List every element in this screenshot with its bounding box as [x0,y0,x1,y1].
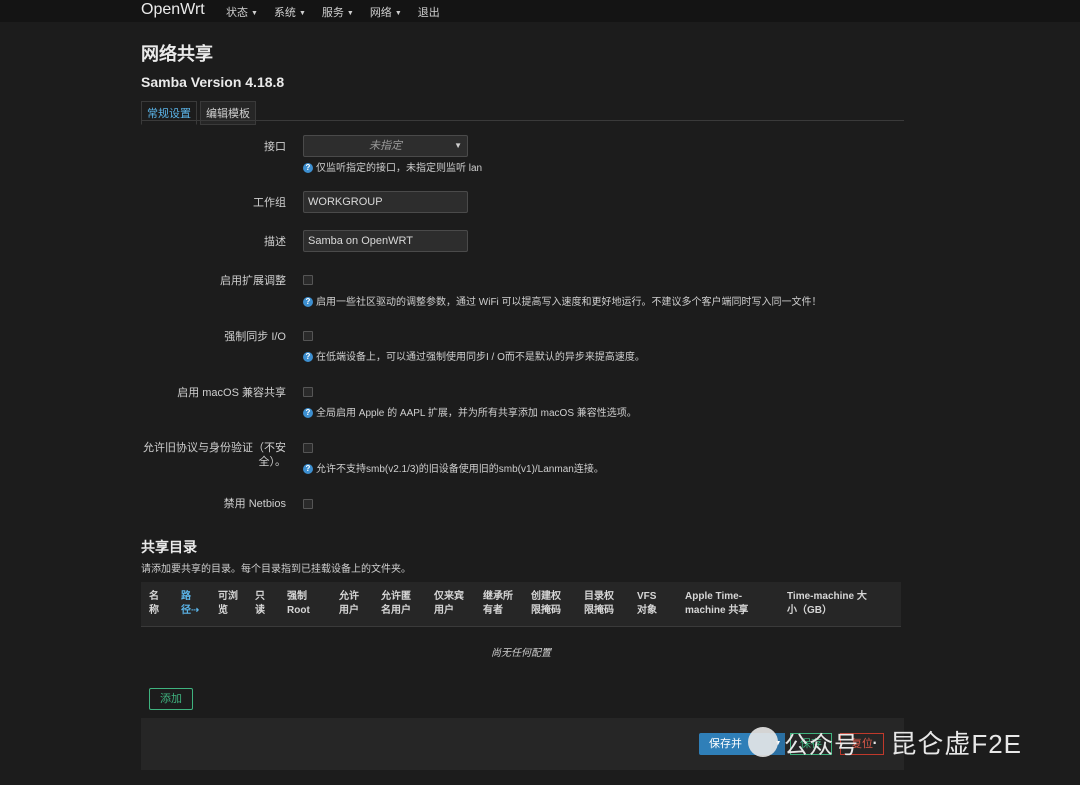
ext-tuning-label: 启用扩展调整 [220,275,286,287]
shares-title: 共享目录 [141,539,197,555]
shares-table-header: 名称 路径⇢ 可浏览 只读 强制 Root 允许 用户 允许匿 名用户 仅来宾 用户 继… [141,582,901,627]
main-menu: 状态 ▼ 系统 ▼ 服务 ▼ 网络 ▼ 退出 [226,4,456,20]
legacy-checkbox[interactable] [303,443,313,453]
col-name[interactable]: 名称 [149,590,159,618]
force-sync-label: 强制同步 I/O [224,331,286,343]
menu-status[interactable]: 状态 ▼ [226,4,258,20]
help-icon: ? [303,352,313,363]
watermark-text: 公众号 [784,731,859,759]
col-readonly[interactable]: 只读 [255,590,265,618]
watermark-overlay: 公众号 · 昆仑虚F2E [748,724,1022,760]
samba-version: Samba Version 4.18.8 [141,74,285,90]
col-guest-ok[interactable]: 允许匿 名用户 [381,590,411,618]
legacy-help: ? 允许不支持smb(v2.1/3)的旧设备使用旧的smb(v1)/Lanman连… [303,463,604,476]
col-dir-mask[interactable]: 目录权 限掩码 [584,590,614,618]
macos-label: 启用 macOS 兼容共享 [177,387,286,399]
help-icon: ? [303,408,313,419]
col-allowed-users[interactable]: 允许 用户 [339,590,359,618]
netbios-label: 禁用 Netbios [223,498,286,510]
description-label: 描述 [264,236,286,248]
workgroup-label: 工作组 [253,197,286,209]
netbios-checkbox[interactable] [303,499,313,509]
empty-table-message: 尚无任何配置 [491,648,551,659]
tab-general-settings[interactable]: 常规设置 [141,101,197,125]
shares-description: 请添加要共享的目录。每个目录指到已挂载设备上的文件夹。 [141,564,411,575]
force-sync-checkbox[interactable] [303,331,313,341]
interface-select-value: 未指定 [369,140,402,152]
help-icon: ? [303,163,313,174]
add-share-button[interactable]: 添加 [149,688,193,710]
macos-help: ? 全局启用 Apple 的 AAPL 扩展，并为所有共享添加 macOS 兼容性… [303,407,637,420]
interface-select[interactable]: 未指定 ▼ [303,135,468,157]
col-vfs-objects[interactable]: VFS 对象 [637,590,657,618]
col-timemachine[interactable]: Apple Time-machine 共享 [685,590,748,618]
ext-tuning-checkbox[interactable] [303,275,313,285]
brand-logo[interactable]: OpenWrt [141,0,205,20]
caret-down-icon: ▼ [251,9,258,17]
macos-checkbox[interactable] [303,387,313,397]
page-title: 网络共享 [141,44,213,64]
col-force-root[interactable]: 强制 Root [287,590,310,618]
ext-tuning-help: ? 启用一些社区驱动的调整参数，通过 WiFi 可以提高写入速度和更好地运行。不建… [303,296,822,309]
help-icon: ? [303,464,313,475]
col-guest-only[interactable]: 仅来宾 用户 [434,590,464,618]
watermark-name: 昆仑虚F2E [890,728,1023,759]
tab-edit-template[interactable]: 编辑模板 [200,101,256,125]
legacy-label: 允许旧协议与身份验证（不安 全）。 [143,442,286,468]
menu-system[interactable]: 系统 ▼ [274,4,306,20]
top-navbar: OpenWrt 状态 ▼ 系统 ▼ 服务 ▼ 网络 ▼ 退出 [0,0,1080,22]
col-browseable[interactable]: 可浏览 [218,590,238,618]
tab-divider [141,120,904,121]
menu-network[interactable]: 网络 ▼ [370,4,402,20]
interface-label: 接口 [264,141,286,153]
caret-down-icon: ▼ [298,9,306,17]
col-create-mask[interactable]: 创建权 限掩码 [531,590,561,618]
watermark-separator: · [871,729,879,754]
workgroup-input[interactable]: WORKGROUP [303,191,468,213]
caret-down-icon: ▼ [394,9,402,17]
description-input[interactable]: Samba on OpenWRT [303,230,468,252]
col-timemachine-size[interactable]: Time-machine 大小（GB） [787,590,867,618]
col-inherit-owner[interactable]: 继承所 有者 [483,590,513,618]
help-icon: ? [303,297,313,308]
interface-help: ? 仅监听指定的接口，未指定则监听 lan [303,162,482,175]
col-path[interactable]: 路径⇢ [181,590,199,618]
wechat-logo-icon [748,727,778,757]
caret-down-icon: ▼ [346,9,354,17]
menu-logout[interactable]: 退出 [418,4,440,20]
force-sync-help: ? 在低端设备上，可以通过强制使用同步I / O而不是默认的异步来提高速度。 [303,351,645,364]
tab-bar: 常规设置 编辑模板 [141,101,259,125]
menu-services[interactable]: 服务 ▼ [322,4,354,20]
chevron-down-icon: ▼ [454,141,462,150]
